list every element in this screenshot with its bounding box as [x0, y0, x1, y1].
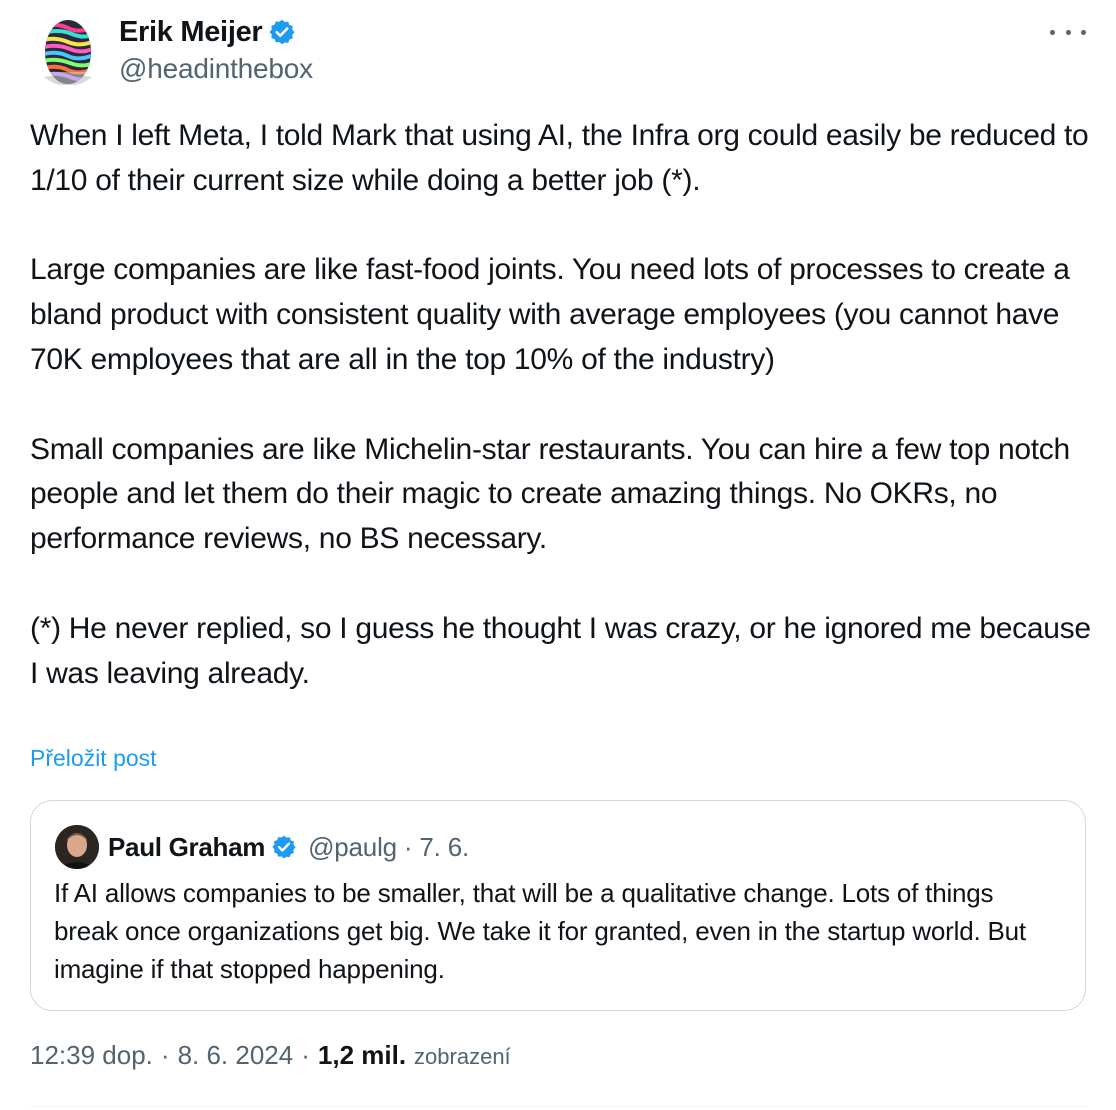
author-handle[interactable]: @headinthebox — [119, 53, 313, 85]
translate-post-link[interactable]: Přeložit post — [30, 745, 157, 772]
quoted-tweet-card[interactable]: Paul Graham @paulg · 7. 6. If AI allows … — [30, 800, 1086, 1011]
egg-avatar-icon — [38, 20, 98, 85]
tweet-time[interactable]: 12:39 dop. — [30, 1040, 153, 1071]
tweet-paragraph: Large companies are like fast-food joint… — [30, 253, 1070, 376]
tweet: Erik Meijer @headinthebox When I left Me… — [0, 0, 1116, 1110]
tweet-date[interactable]: 8. 6. 2024 — [178, 1040, 294, 1071]
author-block: Erik Meijer @headinthebox — [119, 13, 313, 85]
divider — [30, 1106, 1086, 1107]
author-name[interactable]: Erik Meijer — [119, 16, 263, 49]
tweet-paragraph: Small companies are like Michelin-star r… — [30, 432, 1070, 556]
quoted-author-avatar[interactable] — [55, 825, 99, 869]
quoted-tweet-header: Paul Graham @paulg · 7. 6. — [55, 825, 469, 869]
meta-separator: · — [301, 1040, 310, 1070]
verified-badge-icon[interactable] — [268, 18, 296, 46]
meta-separator: · — [160, 1040, 170, 1070]
dot — [1050, 29, 1055, 35]
tweet-paragraph: (*) He never replied, so I guess he thou… — [30, 611, 1091, 690]
quoted-handle-date[interactable]: @paulg · 7. 6. — [308, 832, 469, 863]
view-count: 1,2 mil. — [317, 1040, 407, 1070]
view-count-label: zobrazení — [414, 1044, 511, 1069]
tweet-text: When I left Meta, I told Mark that using… — [30, 114, 1100, 696]
quoted-tweet-text: If AI allows companies to be smaller, th… — [54, 878, 1026, 984]
verified-badge-icon[interactable] — [271, 834, 297, 860]
quoted-author-name[interactable]: Paul Graham — [108, 832, 265, 863]
tweet-meta: 12:39 dop. · 8. 6. 2024 · 1,2 mil. zobra… — [30, 1040, 511, 1071]
tweet-paragraph: When I left Meta, I told Mark that using… — [30, 119, 1089, 197]
person-photo-icon — [55, 825, 99, 869]
dot — [1081, 29, 1086, 35]
dot — [1065, 29, 1071, 35]
more-options-icon[interactable] — [1050, 20, 1086, 44]
author-avatar[interactable] — [32, 14, 104, 86]
